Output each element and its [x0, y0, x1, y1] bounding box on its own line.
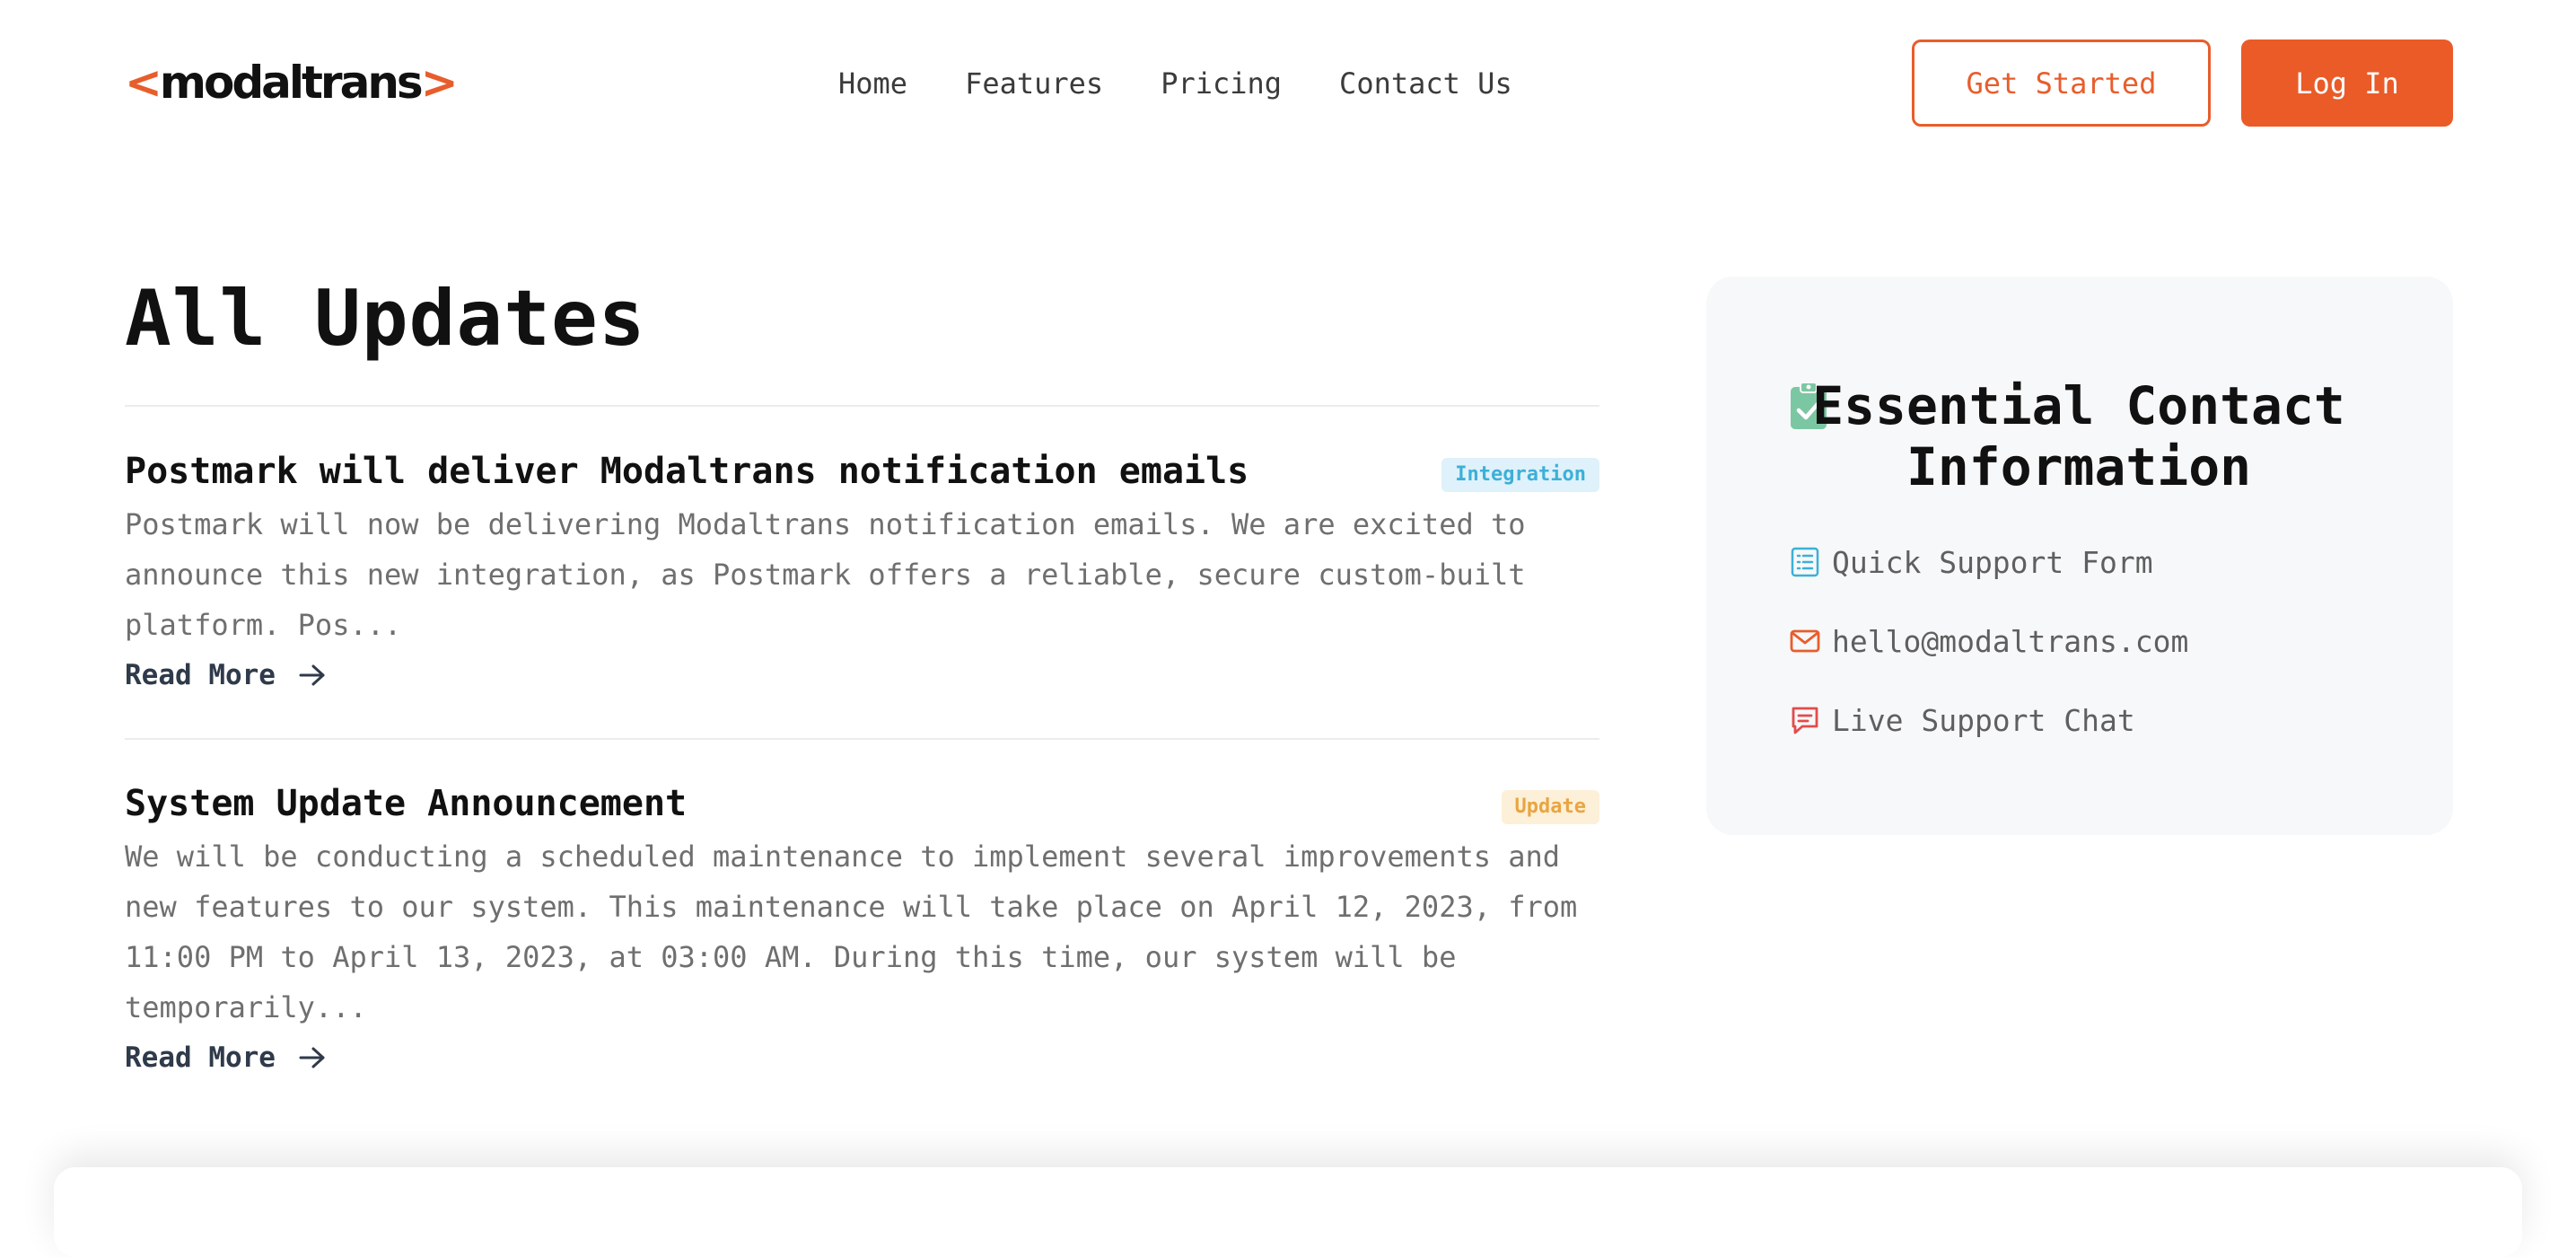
contact-item-label: Quick Support Form — [1832, 544, 2153, 580]
divider — [125, 405, 1599, 407]
tag-badge-integration: Integration — [1441, 458, 1599, 492]
logo-left-bracket: < — [125, 57, 162, 109]
contact-item-label: Live Support Chat — [1832, 702, 2135, 738]
mail-icon — [1789, 625, 1821, 657]
contact-list: Quick Support Form hello@modaltrans.com … — [1789, 523, 2188, 760]
read-more-link[interactable]: Read More — [125, 650, 1599, 700]
form-list-icon — [1789, 546, 1821, 578]
get-started-button[interactable]: Get Started — [1912, 40, 2211, 127]
arrow-right-icon — [299, 1047, 325, 1068]
post-title[interactable]: Postmark will deliver Modaltrans notific… — [125, 449, 1599, 494]
page-title: All Updates — [125, 274, 646, 364]
site-header: <modaltrans> Home Features Pricing Conta… — [0, 0, 2576, 167]
read-more-label: Read More — [125, 1042, 276, 1074]
post-item: System Update Announcement Update We wil… — [125, 781, 1599, 1083]
read-more-label: Read More — [125, 659, 276, 691]
logo-text: modaltrans — [159, 57, 424, 109]
post-item: Postmark will deliver Modaltrans notific… — [125, 449, 1599, 700]
divider — [125, 738, 1599, 740]
chat-icon — [1789, 704, 1821, 736]
read-more-link[interactable]: Read More — [125, 1033, 1599, 1083]
post-excerpt: We will be conducting a scheduled mainte… — [125, 839, 1578, 1024]
contact-item-label: hello@modaltrans.com — [1832, 623, 2189, 659]
footer-section-edge — [54, 1167, 2522, 1257]
tag-badge-update: Update — [1501, 790, 1599, 824]
logo[interactable]: <modaltrans> — [125, 56, 459, 110]
post-title[interactable]: System Update Announcement — [125, 781, 1599, 826]
post-excerpt: Postmark will now be delivering Modaltra… — [125, 507, 1526, 642]
contact-info-card: Essential Contact Information Quick Supp… — [1706, 277, 2453, 835]
card-title-wrap: Essential Contact Information — [1792, 375, 2366, 497]
arrow-right-icon — [299, 664, 325, 686]
nav-item-pricing[interactable]: Pricing — [1161, 63, 1282, 104]
logo-right-bracket: > — [420, 57, 459, 109]
nav-item-features[interactable]: Features — [965, 63, 1103, 104]
contact-item-support-form[interactable]: Quick Support Form — [1789, 523, 2188, 602]
nav-item-home[interactable]: Home — [838, 63, 907, 104]
login-button[interactable]: Log In — [2241, 40, 2453, 127]
main-nav: Home Features Pricing Contact Us — [838, 63, 1512, 104]
contact-item-email[interactable]: hello@modaltrans.com — [1789, 602, 2188, 681]
card-title: Essential Contact Information — [1812, 375, 2345, 497]
contact-item-live-chat[interactable]: Live Support Chat — [1789, 681, 2188, 760]
nav-item-contact-us[interactable]: Contact Us — [1339, 63, 1512, 104]
